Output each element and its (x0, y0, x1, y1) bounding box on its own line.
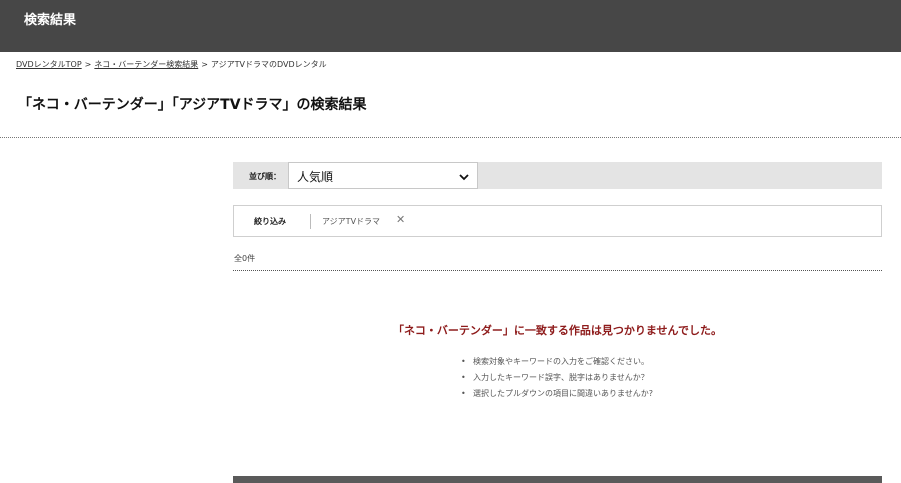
sort-label: 並び順： (249, 172, 281, 181)
filter-chip-label: アジアTVドラマ (322, 217, 381, 226)
section-header-bar (233, 476, 882, 483)
breadcrumb-link-dvd-top[interactable]: DVDレンタルTOP (16, 60, 82, 69)
header-title: 検索結果 (24, 13, 77, 28)
sort-select[interactable]: 人気順 (288, 162, 478, 189)
breadcrumb-separator: > (84, 60, 92, 69)
filter-heading: 絞り込み (254, 217, 286, 226)
list-item: 検索対象やキーワードの入力をご確認ください。 (461, 356, 653, 372)
sort-selected-value: 人気順 (297, 170, 334, 184)
breadcrumb-current: アジアTVドラマのDVDレンタル (210, 60, 327, 69)
divider (0, 137, 901, 138)
divider (233, 270, 882, 271)
remove-filter-icon[interactable]: ✕ (396, 213, 405, 226)
top-header: 検索結果 (0, 0, 901, 52)
list-item: 入力したキーワード誤字、脱字はありませんか？ (461, 372, 653, 388)
filter-box: 絞り込み アジアTVドラマ ✕ (233, 205, 882, 237)
page-title: 「ネコ・バーテンダー」「アジアTVドラマ」の検索結果 (18, 97, 367, 113)
tips-list: 検索対象やキーワードの入力をご確認ください。 入力したキーワード誤字、脱字はあり… (461, 356, 653, 404)
list-item: 選択したプルダウンの項目に間違いありませんか? (461, 388, 653, 404)
sort-bar: 並び順： 人気順 (233, 162, 882, 189)
chevron-down-icon (459, 174, 469, 181)
divider (310, 214, 311, 229)
result-count: 全0件 (234, 254, 256, 263)
breadcrumb-link-search-result[interactable]: ネコ・バーテンダー検索結果 (94, 60, 198, 69)
breadcrumb-separator: > (201, 60, 208, 69)
breadcrumb: DVDレンタルTOP > ネコ・バーテンダー検索結果 > アジアTVドラマのDVDレンタ… (16, 59, 327, 70)
no-result-message: 「ネコ・バーテンダー」に一致する作品は見つかりませんでした。 (393, 324, 722, 337)
